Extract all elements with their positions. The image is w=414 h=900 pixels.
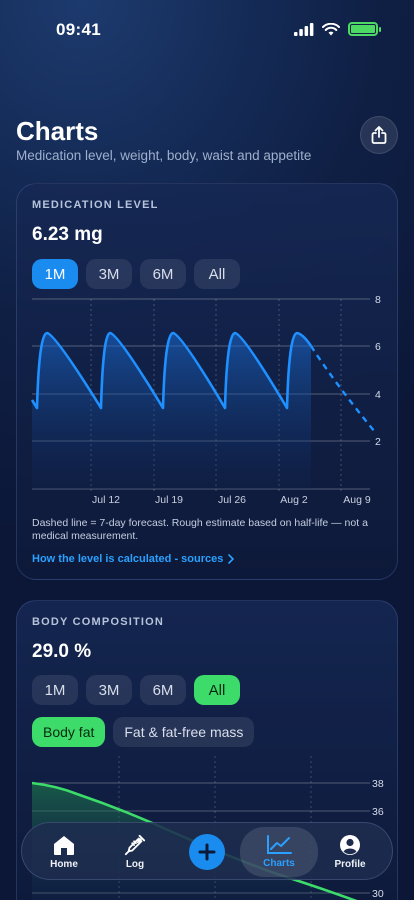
range-3m-button[interactable]: 3M <box>86 675 132 705</box>
range-all-button[interactable]: All <box>194 259 240 289</box>
status-bar: 09:41 <box>0 0 414 60</box>
x-tick-label: Aug 9 <box>343 494 371 506</box>
y-tick-label: 38 <box>372 778 384 790</box>
tab-home[interactable]: Home <box>34 823 94 881</box>
range-1m-button[interactable]: 1M <box>32 675 78 705</box>
status-icons <box>294 22 381 36</box>
tab-log-label: Log <box>125 859 145 870</box>
medication-level-card: MEDICATION LEVEL 6.23 mg 1M 3M 6M All 8 … <box>16 183 398 580</box>
card-label: MEDICATION LEVEL <box>32 199 159 211</box>
y-tick-label: 30 <box>372 888 384 900</box>
card-label: BODY COMPOSITION <box>32 616 165 628</box>
range-selector: 1M 3M 6M All <box>32 259 240 289</box>
y-tick-label: 8 <box>375 294 381 306</box>
tab-charts-label: Charts <box>263 858 295 869</box>
fat-mass-toggle[interactable]: Fat & fat-free mass <box>113 717 255 747</box>
share-icon <box>371 126 387 144</box>
range-3m-button[interactable]: 3M <box>86 259 132 289</box>
tab-bar: Home Log Charts Profile <box>21 822 393 880</box>
add-button[interactable] <box>189 834 225 870</box>
y-tick-label: 2 <box>375 436 381 448</box>
battery-icon <box>348 22 381 36</box>
syringe-icon <box>124 834 146 856</box>
tab-home-label: Home <box>50 859 78 870</box>
medication-area <box>32 333 311 489</box>
tab-log[interactable]: Log <box>105 823 165 881</box>
plus-icon <box>198 843 216 861</box>
body-fat-toggle[interactable]: Body fat <box>32 717 106 747</box>
sources-link[interactable]: How the level is calculated - sources <box>32 553 235 565</box>
wifi-icon <box>322 22 340 35</box>
home-icon <box>54 836 74 855</box>
tab-profile-label: Profile <box>334 859 366 870</box>
tab-profile[interactable]: Profile <box>320 823 380 881</box>
range-selector: 1M 3M 6M All <box>32 675 240 705</box>
metric-toggle: Body fat Fat & fat-free mass <box>32 717 255 747</box>
signal-icon <box>294 22 314 36</box>
chart-icon <box>267 835 292 854</box>
range-6m-button[interactable]: 6M <box>140 675 186 705</box>
medication-value: 6.23 mg <box>32 224 103 245</box>
x-tick-label: Aug 2 <box>280 494 308 506</box>
x-tick-label: Jul 19 <box>155 494 183 506</box>
range-1m-button[interactable]: 1M <box>32 259 78 289</box>
share-button[interactable] <box>360 116 398 154</box>
y-tick-label: 4 <box>375 389 381 401</box>
y-tick-label: 36 <box>372 806 384 818</box>
body-fat-value: 29.0 % <box>32 641 92 662</box>
x-tick-label: Jul 26 <box>218 494 246 506</box>
sources-link-label: How the level is calculated - sources <box>32 553 224 565</box>
forecast-note: Dashed line = 7-day forecast. Rough esti… <box>32 517 368 542</box>
page-subtitle: Medication level, weight, body, waist an… <box>16 148 312 163</box>
y-tick-label: 6 <box>375 341 381 353</box>
page-title: Charts <box>16 116 99 146</box>
profile-icon <box>340 835 360 855</box>
chevron-right-icon <box>228 554 235 564</box>
status-time: 09:41 <box>56 20 101 39</box>
tab-charts[interactable]: Charts <box>240 827 318 877</box>
medication-chart: 8 6 4 2 Jul 12 Jul 19 Jul 26 Aug 2 Aug 9 <box>30 294 381 506</box>
range-all-button[interactable]: All <box>194 675 240 705</box>
forecast-line <box>309 345 376 433</box>
range-6m-button[interactable]: 6M <box>140 259 186 289</box>
x-tick-label: Jul 12 <box>92 494 120 506</box>
